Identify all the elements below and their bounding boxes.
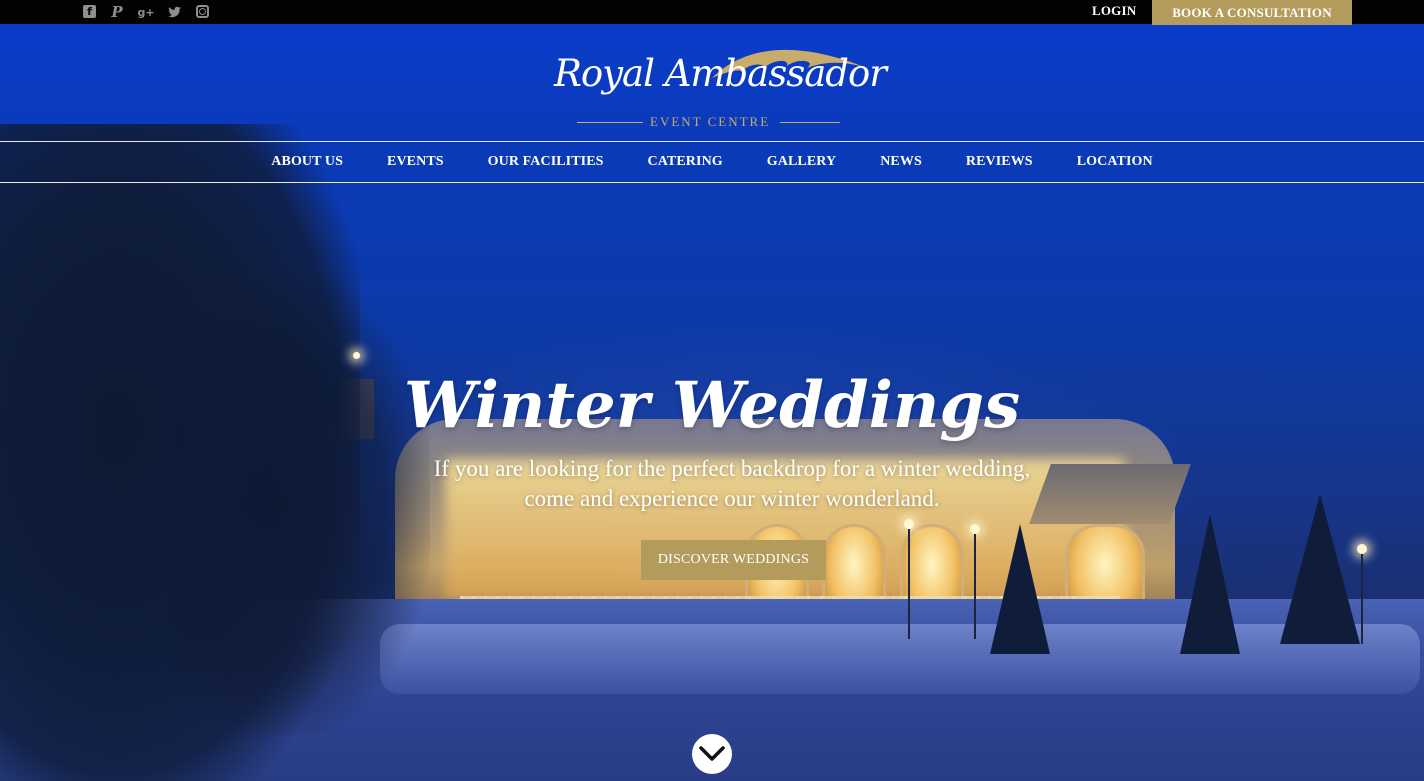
pinterest-icon[interactable]: P [109, 3, 125, 21]
logo-subtitle: EVENT CENTRE [650, 114, 771, 129]
hero-title: Winter Weddings [403, 368, 1021, 443]
snow-bank [380, 624, 1420, 694]
chevron-down-icon [699, 746, 725, 761]
pine-tree [1280, 494, 1360, 644]
nav-item-location[interactable]: LOCATION [1077, 154, 1153, 170]
hero-subtitle: If you are looking for the perfect backd… [433, 456, 1031, 511]
instagram-icon[interactable] [196, 5, 209, 18]
nav-item-reviews[interactable]: REVIEWS [966, 154, 1033, 170]
lamp-post [1361, 554, 1363, 644]
lamp-light [353, 352, 360, 359]
site-logo[interactable]: Royal Ambassador EVENT CENTRE [552, 38, 887, 133]
nav-item-about-us[interactable]: ABOUT US [271, 154, 343, 170]
lamp-light [1357, 544, 1367, 554]
logo-wordmark: Royal Ambassador [554, 52, 887, 95]
logo-rule-left [577, 122, 643, 123]
book-consultation-button[interactable]: BOOK A CONSULTATION [1152, 0, 1352, 25]
lamp-post [908, 529, 910, 639]
login-link[interactable]: LOGIN [1092, 3, 1136, 19]
social-links: f P g+ [83, 3, 209, 21]
lamp-light [970, 524, 980, 534]
scroll-down-button[interactable] [692, 734, 732, 774]
lamp-post [974, 534, 976, 639]
evergreen-tree [170, 274, 430, 734]
nav-item-our-facilities[interactable]: OUR FACILITIES [488, 154, 604, 170]
main-nav: ABOUT US EVENTS OUR FACILITIES CATERING … [0, 141, 1424, 183]
nav-item-events[interactable]: EVENTS [387, 154, 444, 170]
top-bar: f P g+ LOGIN BOOK A CONSULTATION [0, 0, 1424, 25]
nav-item-catering[interactable]: CATERING [648, 154, 723, 170]
pine-tree [1180, 514, 1240, 654]
logo-rule-right [780, 122, 840, 123]
venue-roof [1029, 464, 1191, 524]
discover-weddings-button[interactable]: DISCOVER WEDDINGS [641, 540, 826, 580]
nav-item-gallery[interactable]: GALLERY [767, 154, 836, 170]
google-plus-icon[interactable]: g+ [137, 4, 154, 20]
nav-item-news[interactable]: NEWS [880, 154, 922, 170]
facebook-icon[interactable]: f [83, 5, 96, 18]
twitter-icon[interactable] [167, 4, 183, 20]
lamp-light [904, 519, 914, 529]
pine-tree [990, 524, 1050, 654]
